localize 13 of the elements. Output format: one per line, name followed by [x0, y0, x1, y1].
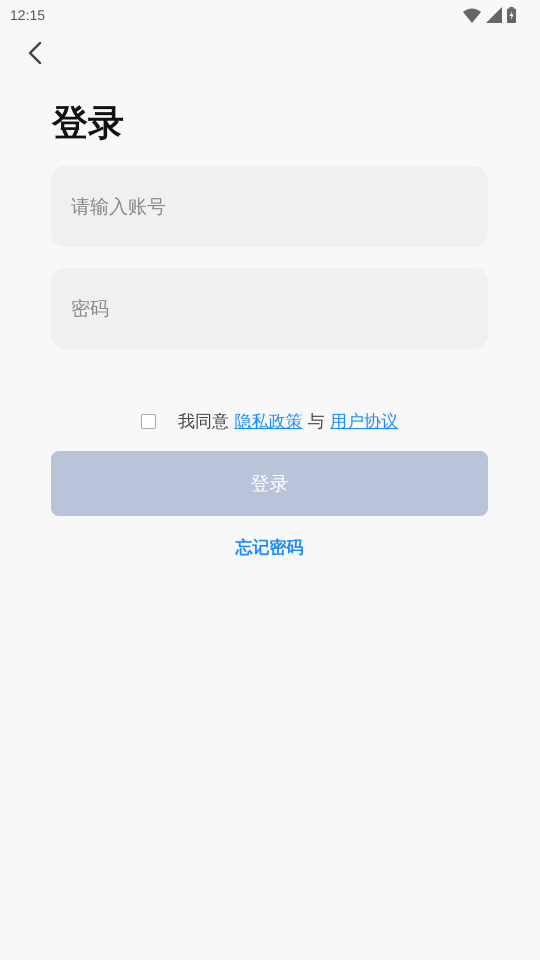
password-field[interactable]: 密码: [51, 268, 488, 349]
agreement-text: 我同意 隐私政策 与 用户协议: [178, 411, 398, 433]
battery-icon: [507, 7, 516, 23]
user-agreement-link[interactable]: 用户协议: [330, 412, 398, 432]
privacy-policy-link[interactable]: 隐私政策: [234, 412, 302, 432]
back-icon[interactable]: [28, 42, 42, 64]
status-time: 12:15: [10, 7, 46, 23]
wifi-icon: [463, 8, 481, 22]
page-title: 登录: [52, 104, 125, 144]
agreement-checkbox[interactable]: [140, 414, 156, 429]
forgot-password-link[interactable]: 忘记密码: [236, 536, 304, 559]
account-field[interactable]: 请输入账号: [51, 166, 488, 247]
signal-icon: [486, 7, 502, 23]
